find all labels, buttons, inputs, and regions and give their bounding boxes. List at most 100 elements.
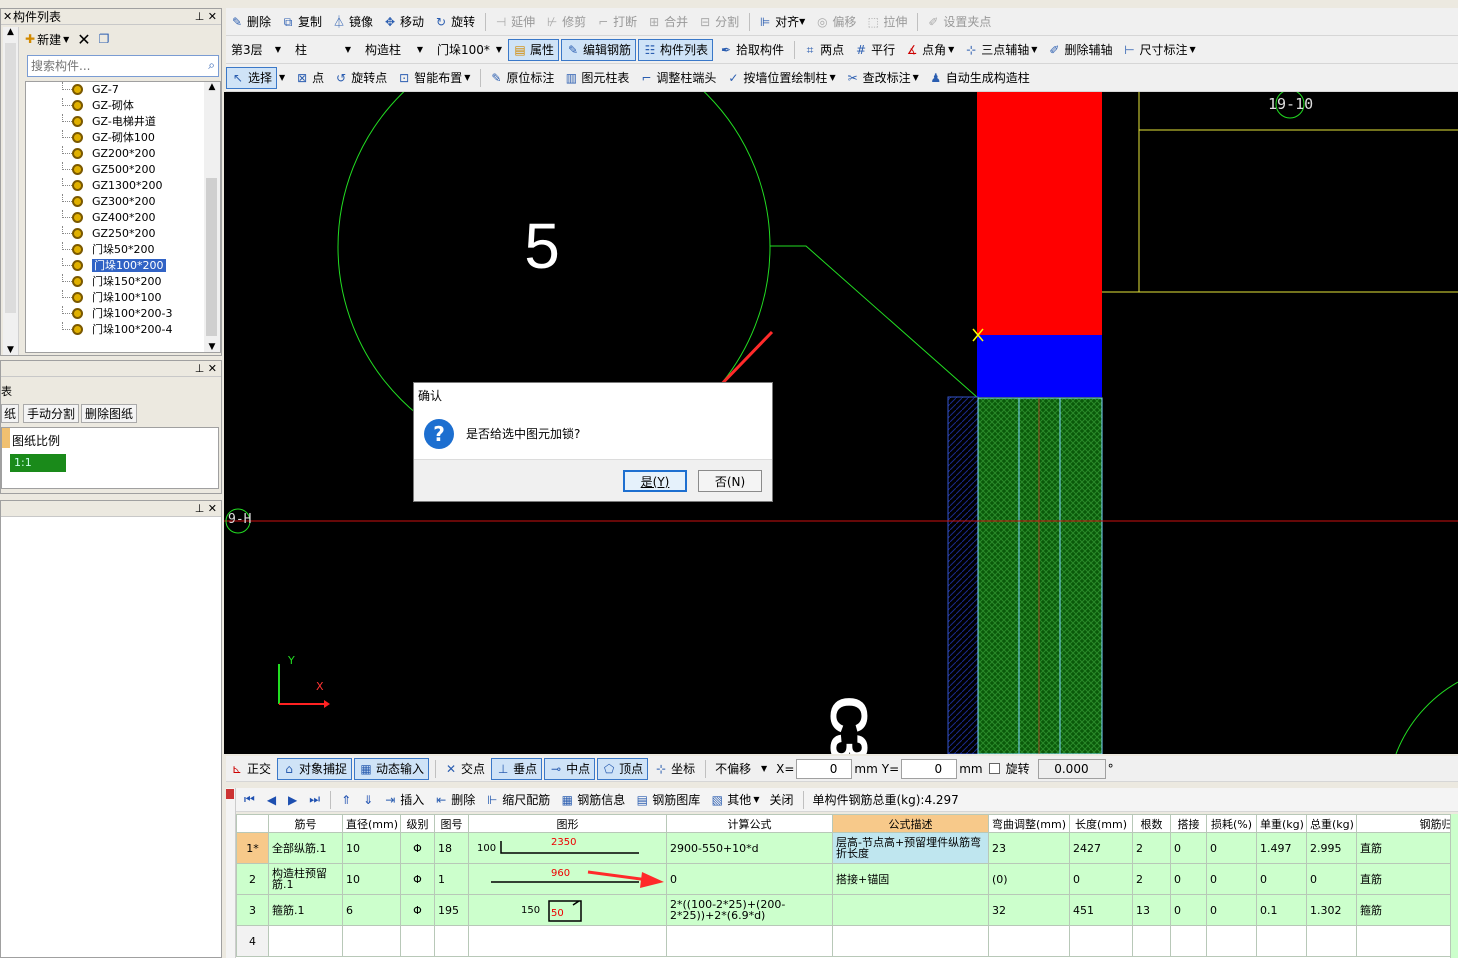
drawing-panel-pin-icon[interactable]: ⊥ ✕ xyxy=(195,361,217,377)
cell-lap[interactable] xyxy=(1170,925,1207,957)
column-header[interactable]: 计算公式 xyxy=(666,814,833,833)
coord-snap[interactable]: ⊹ 坐标 xyxy=(650,758,699,780)
next-record-icon[interactable]: ▶ xyxy=(288,793,297,807)
cell-bend[interactable] xyxy=(988,925,1070,957)
tree-scrollbar[interactable]: ▲ ▼ xyxy=(204,82,220,352)
stretch-tool[interactable]: ⬚ 拉伸 xyxy=(862,11,911,33)
table-row[interactable]: 2 构造柱预留筋.1 10 Φ 1 960 0 搭接+锚固 (0) 0 2 0 0 0 0 直筋 xyxy=(236,863,1458,895)
cell-fig[interactable] xyxy=(434,925,469,957)
cell-formula[interactable]: 2900-550+10*d xyxy=(666,832,833,864)
cell-cat[interactable]: 箍筋 xyxy=(1356,894,1458,926)
table-row[interactable]: 3 箍筋.1 6 Φ 195 150 50 2*((100-2*25)+(200-2*25))… xyxy=(236,894,1458,926)
perp-snap[interactable]: ⊥ 垂点 xyxy=(491,757,543,780)
first-record-icon[interactable]: ⏮ xyxy=(244,792,255,807)
column-header[interactable]: 搭接 xyxy=(1170,814,1207,833)
cell-bend[interactable]: 23 xyxy=(988,832,1070,864)
last-record-icon[interactable]: ⏭ xyxy=(309,792,320,807)
cell-lap[interactable]: 0 xyxy=(1170,894,1207,926)
tree-item[interactable]: GZ1300*200 xyxy=(26,178,206,194)
object-snap-toggle[interactable]: ⌂ 对象捕捉 xyxy=(277,757,353,780)
offset-mode-select[interactable]: 不偏移 ▼ xyxy=(710,759,772,779)
point-button[interactable]: ⊠ 点 xyxy=(291,67,328,89)
cell-cat[interactable]: 直筋 xyxy=(1356,863,1458,895)
cell-total[interactable]: 1.302 xyxy=(1306,894,1357,926)
scale-value[interactable]: 1:1 xyxy=(10,454,66,472)
tree-item[interactable]: GZ300*200 xyxy=(26,194,206,210)
cell-unit[interactable]: 0 xyxy=(1256,863,1307,895)
select-button[interactable]: ↖ 选择 xyxy=(226,66,278,89)
no-button[interactable]: 否(N) xyxy=(698,470,762,492)
cell-total[interactable]: 0 xyxy=(1306,863,1357,895)
cell-total[interactable] xyxy=(1306,925,1357,957)
panel-pin-icon[interactable]: ⊥ ✕ xyxy=(195,9,217,25)
cell-count[interactable]: 13 xyxy=(1132,894,1171,926)
move-down-icon[interactable]: ⇓ xyxy=(363,793,373,807)
delete-drawing-button[interactable]: 删除图纸 xyxy=(81,403,138,423)
delete-icon[interactable]: ✕ xyxy=(77,30,90,49)
cell-bend[interactable]: 32 xyxy=(988,894,1070,926)
column-header[interactable]: 钢筋归类 xyxy=(1356,814,1458,833)
pick-component-button[interactable]: ✒ 拾取构件 xyxy=(715,39,788,61)
column-table-button[interactable]: ▥ 图元柱表 xyxy=(560,67,633,89)
dimension-button[interactable]: ⊢ 尺寸标注 ▼ xyxy=(1118,39,1199,61)
tree-item[interactable]: 门垛100*200 xyxy=(26,258,206,274)
cell-unit[interactable]: 0.1 xyxy=(1256,894,1307,926)
column-header[interactable]: 图号 xyxy=(434,814,469,833)
cell-loss[interactable]: 0 xyxy=(1206,832,1257,864)
cell-unit[interactable]: 1.497 xyxy=(1256,832,1307,864)
cell-formula[interactable] xyxy=(666,925,833,957)
break-tool[interactable]: ⌐ 打断 xyxy=(592,11,641,33)
cell-count[interactable]: 2 xyxy=(1132,863,1171,895)
search-input[interactable] xyxy=(28,56,196,76)
mid-snap[interactable]: ⊸ 中点 xyxy=(544,757,596,780)
component-list-button[interactable]: ☷ 构件列表 xyxy=(638,38,714,61)
tree-item[interactable]: GZ250*200 xyxy=(26,226,206,242)
left-scrollbar[interactable]: ▲ ▼ xyxy=(3,27,19,355)
cell-grade[interactable]: Φ xyxy=(400,894,435,926)
rotate-input[interactable]: 0.000 xyxy=(1037,758,1106,779)
cell-len[interactable]: 0 xyxy=(1069,863,1133,895)
cell-desc[interactable] xyxy=(832,925,989,957)
cell-name[interactable]: 箍筋.1 xyxy=(268,894,343,926)
cell-lap[interactable]: 0 xyxy=(1170,832,1207,864)
column-header[interactable]: 公式描述 xyxy=(832,814,989,833)
cell-desc[interactable]: 搭接+锚固 xyxy=(832,863,989,895)
floor-select[interactable]: 第3层 ▼ xyxy=(226,40,286,60)
y-input[interactable]: 0 xyxy=(901,758,958,779)
tree-item[interactable]: GZ-砌体 xyxy=(26,98,206,114)
cell-bend[interactable]: (0) xyxy=(988,863,1070,895)
cell-desc[interactable]: 层高-节点高+预留埋件纵筋弯折长度 xyxy=(832,832,989,864)
copy-icon[interactable]: ❐ xyxy=(99,32,110,46)
cell-dia[interactable] xyxy=(342,925,401,957)
cell-len[interactable] xyxy=(1069,925,1133,957)
category-select[interactable]: 柱 ▼ xyxy=(290,40,356,60)
cell-len[interactable]: 451 xyxy=(1069,894,1133,926)
x-input[interactable]: 0 xyxy=(796,758,853,779)
property-panel-pin-icon[interactable]: ⊥ ✕ xyxy=(195,501,217,517)
tree-item[interactable]: 门垛100*100 xyxy=(26,290,206,306)
column-header[interactable]: 图形 xyxy=(468,814,667,833)
delete-tool[interactable]: ✎ 删除 xyxy=(226,11,275,33)
inplace-label-button[interactable]: ✎ 原位标注 xyxy=(485,67,558,89)
rotate-checkbox[interactable] xyxy=(988,763,1000,774)
vertex-snap[interactable]: ⬠ 顶点 xyxy=(597,757,649,780)
insert-row-button[interactable]: ⇥ 插入 xyxy=(379,789,428,811)
ortho-toggle[interactable]: ⊾ 正交 xyxy=(226,758,275,780)
draw-by-wall-button[interactable]: ✓ 按墙位置绘制柱 ▼ xyxy=(722,67,839,89)
manual-split-button[interactable]: 手动分割 xyxy=(23,403,80,423)
edit-rebar-button[interactable]: ✎ 编辑钢筋 xyxy=(561,38,637,61)
row-number[interactable]: 4 xyxy=(236,925,269,957)
tree-item[interactable]: GZ-7 xyxy=(26,82,206,98)
cell-unit[interactable] xyxy=(1256,925,1307,957)
close-rebar-button[interactable]: 关闭 xyxy=(765,789,797,811)
tree-item[interactable]: 门垛50*200 xyxy=(26,242,206,258)
trim-tool[interactable]: ⊬ 修剪 xyxy=(541,11,590,33)
tree-item[interactable]: 门垛100*200-4 xyxy=(26,322,206,338)
tree-item[interactable]: GZ-电梯井道 xyxy=(26,114,206,130)
offset-tool[interactable]: ◎ 偏移 xyxy=(811,11,860,33)
cell-dia[interactable]: 10 xyxy=(342,832,401,864)
cell-fig[interactable]: 195 xyxy=(434,894,469,926)
shape-cell[interactable]: 960 xyxy=(468,863,667,895)
other-menu-button[interactable]: ▧ 其他 ▼ xyxy=(706,789,763,811)
table-row[interactable]: 4 xyxy=(236,925,1458,957)
